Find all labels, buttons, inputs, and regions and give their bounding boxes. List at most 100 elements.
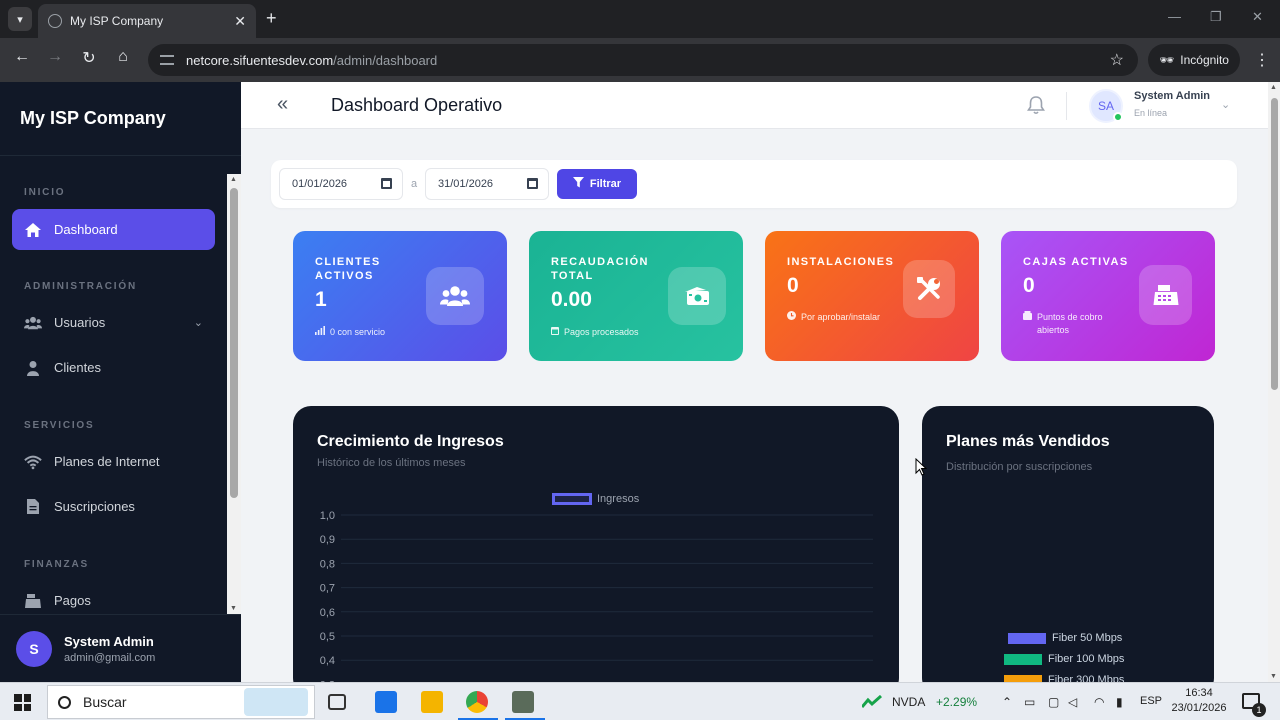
legend-swatch	[1004, 653, 1042, 665]
scroll-down-icon[interactable]: ▼	[230, 605, 237, 612]
date-from-value: 01/01/2026	[292, 178, 348, 190]
legend-item[interactable]: Fiber 100 Mbps	[1004, 653, 1124, 665]
filter-button[interactable]: Filtrar	[557, 169, 637, 199]
sidebar-item-dashboard[interactable]: Dashboard	[12, 209, 215, 250]
avatar: S	[16, 630, 52, 667]
scroll-down-icon[interactable]: ▼	[1270, 673, 1277, 680]
card-clientes-activos[interactable]: CLIENTES ACTIVOS 1 0 con servicio	[293, 231, 507, 361]
home-icon[interactable]: ⌂	[111, 48, 135, 66]
page-scrollbar[interactable]: ▲ ▼	[1268, 82, 1280, 682]
new-tab-button[interactable]: +	[266, 8, 277, 29]
browser-menu-icon[interactable]: ⋮	[1254, 50, 1270, 70]
scroll-up-icon[interactable]: ▲	[230, 176, 237, 183]
taskbar-clock[interactable]: 16:34 23/01/2026	[1170, 687, 1228, 714]
date-from-input[interactable]: 01/01/2026	[279, 168, 403, 200]
network-icon[interactable]: ◠	[1094, 695, 1104, 709]
tab-search-button[interactable]: ▾	[8, 7, 32, 31]
volume-icon[interactable]: ◁	[1068, 695, 1077, 709]
reload-button[interactable]: ↻	[77, 48, 101, 68]
globe-icon	[48, 14, 62, 28]
sidebar-item-label: Planes de Internet	[54, 454, 160, 469]
tray-overflow-icon[interactable]: ⌃	[1002, 695, 1012, 709]
close-window-button[interactable]: ✕	[1252, 9, 1263, 25]
battery-icon[interactable]: ▭	[1024, 695, 1035, 709]
card-subtext: 0 con servicio	[315, 326, 425, 339]
sidebar-user-name: System Admin	[64, 633, 154, 649]
calendar-icon[interactable]	[381, 178, 392, 189]
plans-panel-title: Planes más Vendidos	[946, 433, 1110, 450]
section-inicio: INICIO	[24, 187, 66, 198]
taskbar-date: 23/01/2026	[1171, 702, 1227, 714]
y-tick-label: 1,0	[320, 510, 335, 522]
notification-count-badge: 1	[1252, 703, 1266, 717]
file-explorer-icon[interactable]	[421, 691, 443, 713]
legend-item[interactable]: Fiber 50 Mbps	[1008, 632, 1122, 644]
date-to-value: 31/01/2026	[438, 178, 494, 190]
sidebar-nav: INICIO Dashboard ADMINISTRACIÓN Usuarios…	[0, 156, 241, 614]
sidebar-scrollbar[interactable]: ▲ ▼	[227, 174, 241, 614]
date-to-input[interactable]: 31/01/2026	[425, 168, 549, 200]
card-subtext: Puntos de cobro abiertos	[1023, 311, 1133, 337]
sidebar-item-suscripciones[interactable]: Suscripciones	[12, 486, 215, 527]
cash-register-icon	[1139, 265, 1192, 325]
app-icon[interactable]	[512, 691, 534, 713]
card-subtext-label: Por aprobar/instalar	[801, 312, 881, 322]
header-user-name[interactable]: System Admin	[1134, 90, 1210, 102]
register-icon	[1023, 311, 1032, 324]
address-bar[interactable]: netcore.sifuentesdev.com/admin/dashboard…	[148, 44, 1138, 76]
chevron-down-icon[interactable]: ⌄	[1221, 98, 1230, 111]
stock-ticker[interactable]: NVDA	[892, 695, 925, 709]
legend-item[interactable]: Fiber 300 Mbps	[1004, 674, 1124, 682]
income-growth-panel: Crecimiento de Ingresos Histórico de los…	[293, 406, 899, 682]
taskbar-search[interactable]: Buscar	[47, 685, 315, 719]
task-view-icon[interactable]	[328, 694, 346, 710]
browser-tab[interactable]: My ISP Company ✕	[38, 4, 256, 38]
card-instalaciones[interactable]: INSTALACIONES 0 Por aprobar/instalar	[765, 231, 979, 361]
tab-title: My ISP Company	[70, 14, 164, 28]
sidebar-item-label: Pagos	[54, 593, 91, 608]
sidebar-user[interactable]: S System Admin admin@gmail.com	[0, 614, 241, 682]
bell-icon[interactable]	[1027, 95, 1045, 115]
close-tab-icon[interactable]: ✕	[234, 13, 246, 30]
sidebar-item-label: Suscripciones	[54, 499, 135, 514]
filter-button-label: Filtrar	[589, 178, 622, 190]
stock-chart-icon	[860, 694, 882, 709]
scroll-up-icon[interactable]: ▲	[1270, 84, 1277, 91]
calendar-icon[interactable]	[527, 178, 538, 189]
header-divider	[1066, 92, 1067, 120]
card-subtext-label: 0 con servicio	[330, 327, 386, 337]
forward-button[interactable]: →	[43, 48, 67, 66]
cash-register-icon	[24, 592, 42, 610]
taskbar-time: 16:34	[1185, 687, 1213, 699]
site-info-icon[interactable]	[160, 55, 174, 65]
incognito-indicator[interactable]: 🕶 Incógnito	[1148, 44, 1240, 76]
brand-name[interactable]: My ISP Company	[0, 82, 241, 156]
back-button[interactable]: ←	[10, 48, 34, 66]
collapse-sidebar-icon[interactable]: «	[277, 93, 288, 116]
sidebar: My ISP Company INICIO Dashboard ADMINIST…	[0, 82, 241, 682]
restore-button[interactable]: ❐	[1210, 9, 1222, 25]
url-host: netcore.sifuentesdev.com	[186, 52, 334, 68]
sidebar-scroll-thumb[interactable]	[230, 188, 238, 498]
card-recaudacion-total[interactable]: RECAUDACIÓN TOTAL 0.00 Pagos procesados	[529, 231, 743, 361]
sidebar-item-planes[interactable]: Planes de Internet	[12, 441, 215, 482]
device-icon[interactable]: ▢	[1048, 695, 1059, 709]
card-cajas-activas[interactable]: CAJAS ACTIVAS 0 Puntos de cobro abiertos	[1001, 231, 1215, 361]
mail-app-icon[interactable]	[375, 691, 397, 713]
sidebar-item-usuarios[interactable]: Usuarios ⌄	[12, 302, 215, 343]
sidebar-item-clientes[interactable]: Clientes	[12, 347, 215, 388]
minimize-button[interactable]: —	[1168, 9, 1181, 24]
chrome-app-icon[interactable]	[466, 691, 488, 713]
card-label: RECAUDACIÓN TOTAL	[551, 256, 649, 282]
card-label: CAJAS ACTIVAS	[1023, 256, 1129, 268]
search-highlight-image	[244, 688, 308, 716]
mouse-cursor-icon	[915, 458, 927, 476]
card-value: 0.00	[551, 288, 592, 311]
section-servicios: SERVICIOS	[24, 420, 95, 431]
sidebar-item-pagos[interactable]: Pagos	[12, 580, 215, 614]
page-scroll-thumb[interactable]	[1271, 98, 1278, 390]
windows-start-icon[interactable]	[14, 694, 31, 711]
bookmark-star-icon[interactable]: ☆	[1110, 50, 1124, 70]
language-indicator[interactable]: ESP	[1140, 695, 1162, 707]
microphone-icon[interactable]: ▮	[1116, 695, 1123, 709]
